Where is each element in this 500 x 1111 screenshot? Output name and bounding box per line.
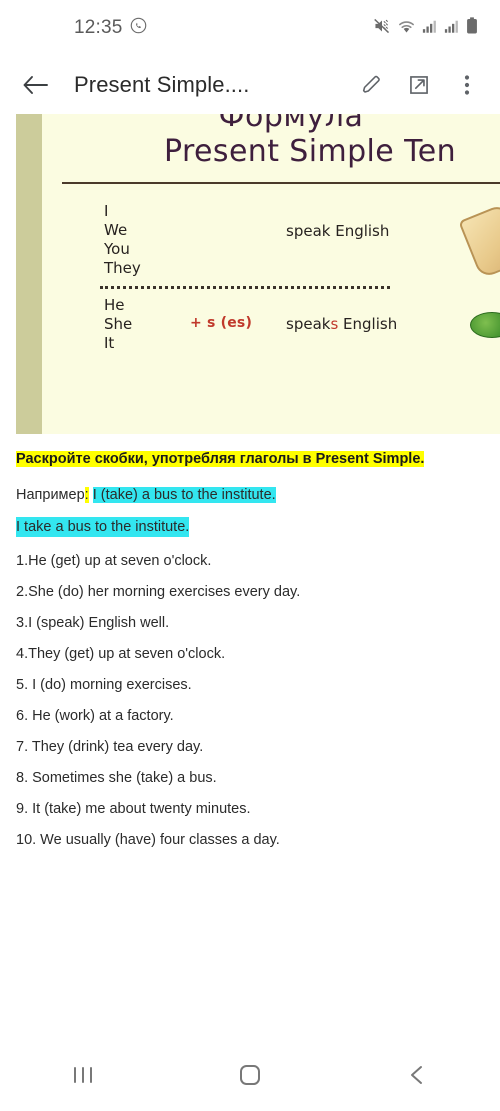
pronoun: They	[104, 259, 141, 277]
list-item: 6. He (work) at a factory.	[16, 708, 174, 724]
slide-image[interactable]: Формула Present Simple Ten I We You They…	[0, 114, 500, 434]
open-external-icon[interactable]	[406, 72, 432, 98]
question-list: 1.He (get) up at seven o'clock. 2.She (d…	[16, 551, 484, 850]
task-instruction: Раскройте скобки, употребляя глаголы в P…	[16, 449, 484, 469]
verb-phrase-plural: speak English	[286, 202, 389, 240]
status-time: 12:35	[74, 17, 123, 38]
slide-divider-rule	[62, 182, 500, 184]
list-item: 8. Sometimes she (take) a bus.	[16, 770, 217, 786]
wifi-icon	[397, 18, 416, 39]
recents-icon[interactable]	[48, 1052, 118, 1098]
document-body: Раскройте скобки, употребляя глаголы в P…	[0, 449, 500, 850]
pronoun-column-singular: He She It	[104, 296, 190, 353]
back-icon[interactable]	[382, 1052, 452, 1098]
example-source-sentence: I (take) a bus to the institute.	[92, 487, 276, 503]
pronoun: I	[104, 202, 109, 220]
example-label: Например	[16, 487, 85, 503]
app-bar: Present Simple....	[0, 56, 500, 114]
slide-content: Формула Present Simple Ten I We You They…	[42, 114, 500, 434]
verb-stem: speak	[286, 315, 331, 333]
dotted-separator	[100, 286, 390, 289]
pronoun: He	[104, 296, 125, 314]
verb-phrase-singular: speaks English	[286, 296, 397, 333]
home-icon[interactable]	[215, 1052, 285, 1098]
app-bar-actions	[358, 72, 480, 98]
list-item: 3.I (speak) English well.	[16, 615, 170, 631]
slide-accent-stripe	[16, 114, 42, 434]
android-navigation-bar	[0, 1039, 500, 1111]
signal-icon-2	[444, 19, 460, 39]
verb-stem: speak	[286, 222, 331, 240]
formula-row-plural: I We You They speak English	[104, 202, 500, 278]
slide-heading-line1: Формула	[218, 114, 364, 134]
pronoun: She	[104, 315, 133, 333]
list-item: 1.He (get) up at seven o'clock.	[16, 553, 212, 569]
example-answer-line: I take a bus to the institute.	[16, 505, 484, 537]
list-item: 4.They (get) up at seven o'clock.	[16, 646, 226, 662]
slide-heading: Формула Present Simple Ten	[42, 114, 500, 170]
slide-heading-line2: Present Simple Ten	[164, 134, 456, 169]
pronoun: It	[104, 334, 115, 352]
example-colon: :	[84, 487, 89, 503]
edit-pencil-icon[interactable]	[358, 72, 384, 98]
list-item: 2.She (do) her morning exercises every d…	[16, 584, 301, 600]
back-arrow-icon[interactable]	[22, 72, 48, 98]
status-bar-right	[373, 17, 478, 39]
suffix-column-plural	[190, 202, 286, 222]
list-item: 5. I (do) morning exercises.	[16, 677, 192, 693]
battery-icon	[466, 17, 478, 39]
whatsapp-icon	[130, 17, 147, 39]
list-item: 9. It (take) me about twenty minutes.	[16, 801, 251, 817]
overflow-menu-icon[interactable]	[454, 72, 480, 98]
pronoun: You	[104, 240, 130, 258]
signal-icon-1	[422, 19, 438, 39]
example-answer-sentence: I take a bus to the institute.	[16, 517, 190, 537]
list-item: 10. We usually (have) four classes a day…	[16, 832, 280, 848]
pronoun: We	[104, 221, 128, 239]
verb-object: English	[330, 222, 390, 240]
pronoun-column-plural: I We You They	[104, 202, 190, 278]
formula-row-singular: He She It + s (es) speaks English	[104, 296, 500, 353]
suffix-column-singular: + s (es)	[190, 315, 253, 331]
status-bar: 12:35	[0, 0, 500, 56]
verb-object: English	[338, 315, 398, 333]
slide-left-margin	[0, 114, 16, 434]
task-instruction-text: Раскройте скобки, употребляя глаголы в P…	[16, 451, 425, 467]
mute-icon	[373, 18, 391, 39]
example-line: Например: I (take) a bus to the institut…	[16, 485, 484, 505]
page-title: Present Simple....	[74, 72, 250, 97]
list-item: 7. They (drink) tea every day.	[16, 739, 204, 755]
status-bar-left: 12:35	[74, 17, 147, 39]
